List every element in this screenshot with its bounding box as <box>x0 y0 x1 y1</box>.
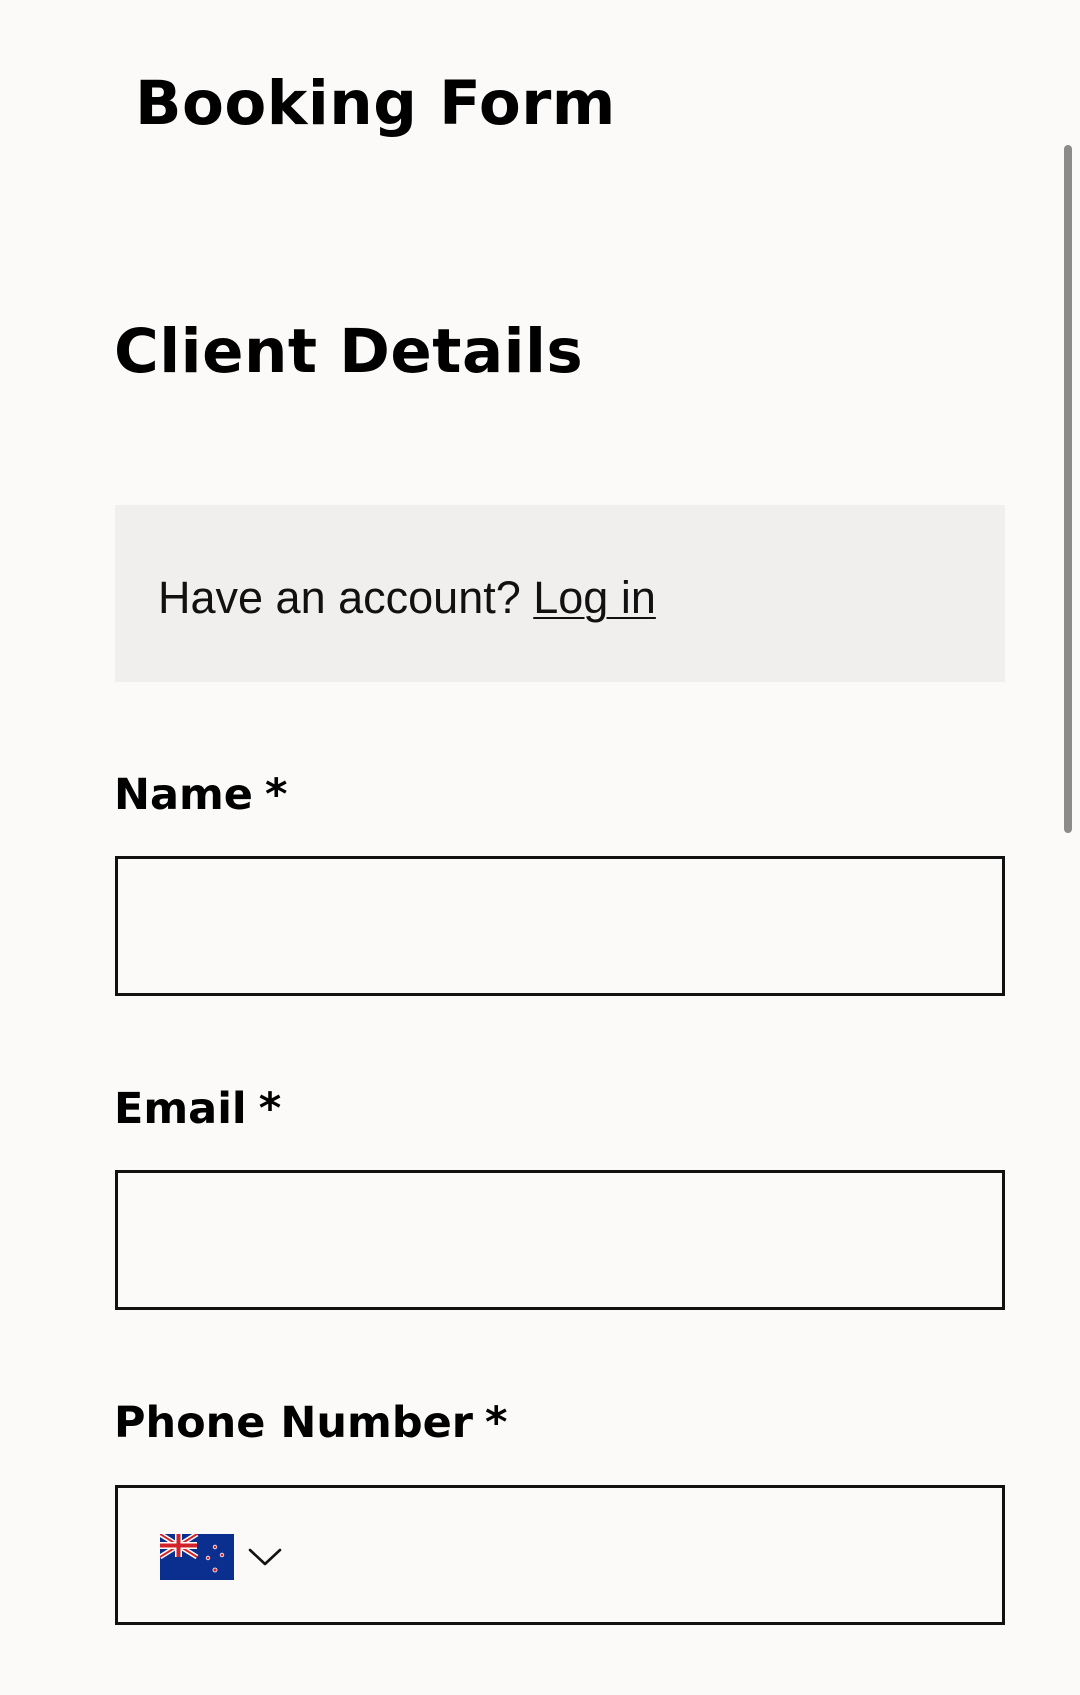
email-label-text: Email <box>114 1084 247 1134</box>
name-label: Name * <box>114 767 287 823</box>
login-prompt-text: Have an account? <box>158 572 534 623</box>
login-link[interactable]: Log in <box>533 572 656 623</box>
chevron-down-icon <box>248 1548 282 1566</box>
login-prompt: Have an account? Log in <box>158 572 656 624</box>
scrollbar[interactable] <box>1064 145 1072 833</box>
name-field[interactable] <box>118 859 1002 993</box>
required-asterisk: * <box>258 1084 282 1134</box>
phone-number-field[interactable] <box>318 1488 1080 1622</box>
new-zealand-flag-icon <box>160 1534 234 1580</box>
section-title: Client Details <box>114 316 584 387</box>
country-code-selector[interactable] <box>160 1534 282 1580</box>
phone-field-box <box>115 1485 1080 1625</box>
page-title: Booking Form <box>135 68 616 139</box>
required-asterisk: * <box>484 1398 508 1448</box>
email-label: Email * <box>114 1081 281 1137</box>
name-field-box <box>115 856 1005 996</box>
phone-label-text: Phone Number <box>114 1398 473 1448</box>
phone-label: Phone Number * <box>114 1395 507 1451</box>
email-field-box <box>115 1170 1005 1310</box>
email-field[interactable] <box>118 1173 1002 1307</box>
name-label-text: Name <box>114 770 253 820</box>
required-asterisk: * <box>264 770 288 820</box>
